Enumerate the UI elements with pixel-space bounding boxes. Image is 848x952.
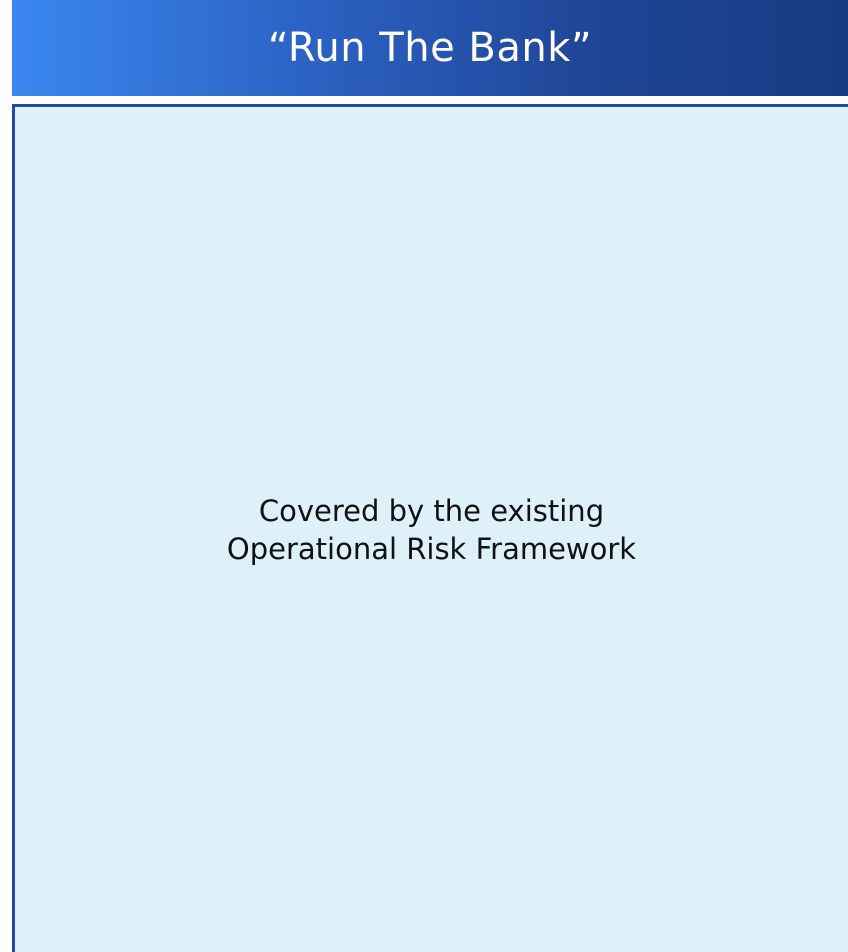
panel-line-1: Covered by the existing [258, 493, 605, 528]
slide-canvas: “Run The Bank” Covered by the existing O… [0, 0, 848, 952]
panel-line-2: Operational Risk Framework [226, 531, 637, 566]
content-panel: Covered by the existing Operational Risk… [12, 104, 848, 952]
banner-title: “Run The Bank” [267, 25, 593, 71]
title-banner: “Run The Bank” [12, 0, 848, 96]
panel-description: Covered by the existing Operational Risk… [227, 492, 636, 568]
